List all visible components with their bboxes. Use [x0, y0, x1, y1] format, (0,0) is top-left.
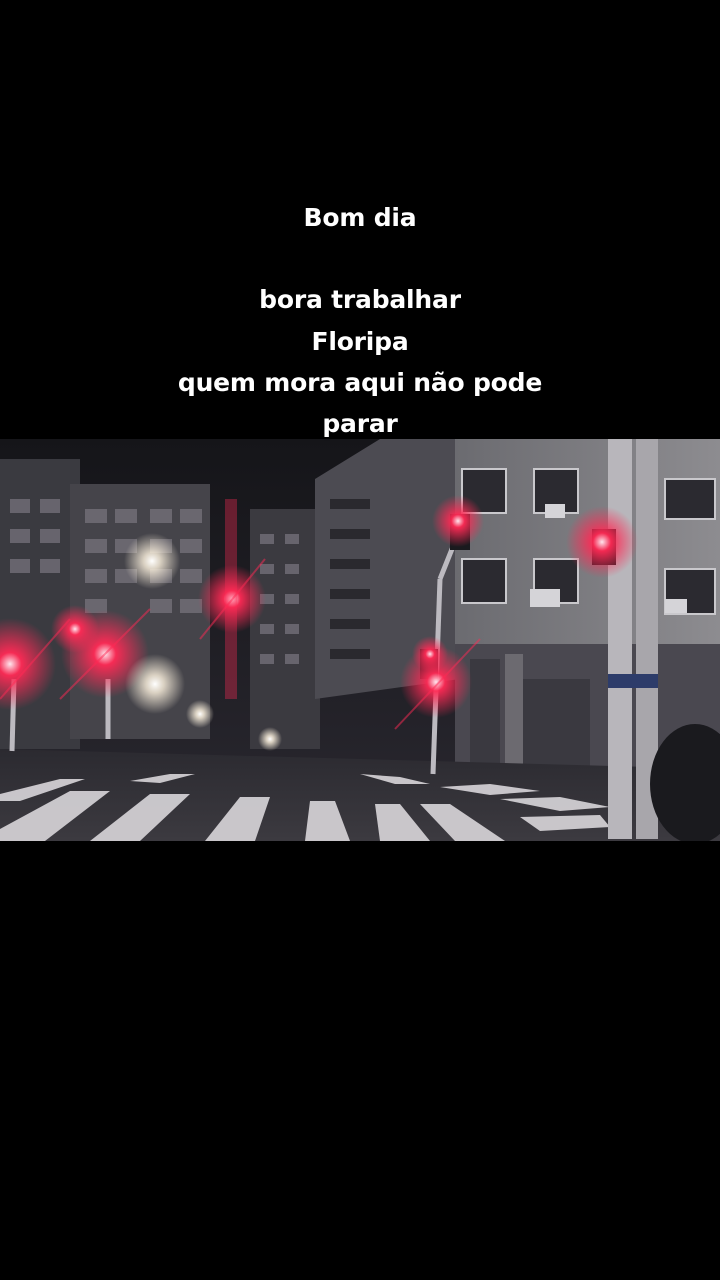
caption-line-city: Floripa	[311, 327, 409, 356]
caption-line-work: bora trabalhar	[259, 285, 461, 314]
video-frame[interactable]	[0, 439, 720, 841]
caption-line-stop: parar	[322, 409, 398, 438]
street-scene-image	[0, 439, 720, 841]
caption-line-residents: quem mora aqui não pode	[177, 368, 543, 397]
pole-right	[608, 439, 632, 839]
caption-line-greeting: Bom dia	[303, 203, 417, 232]
